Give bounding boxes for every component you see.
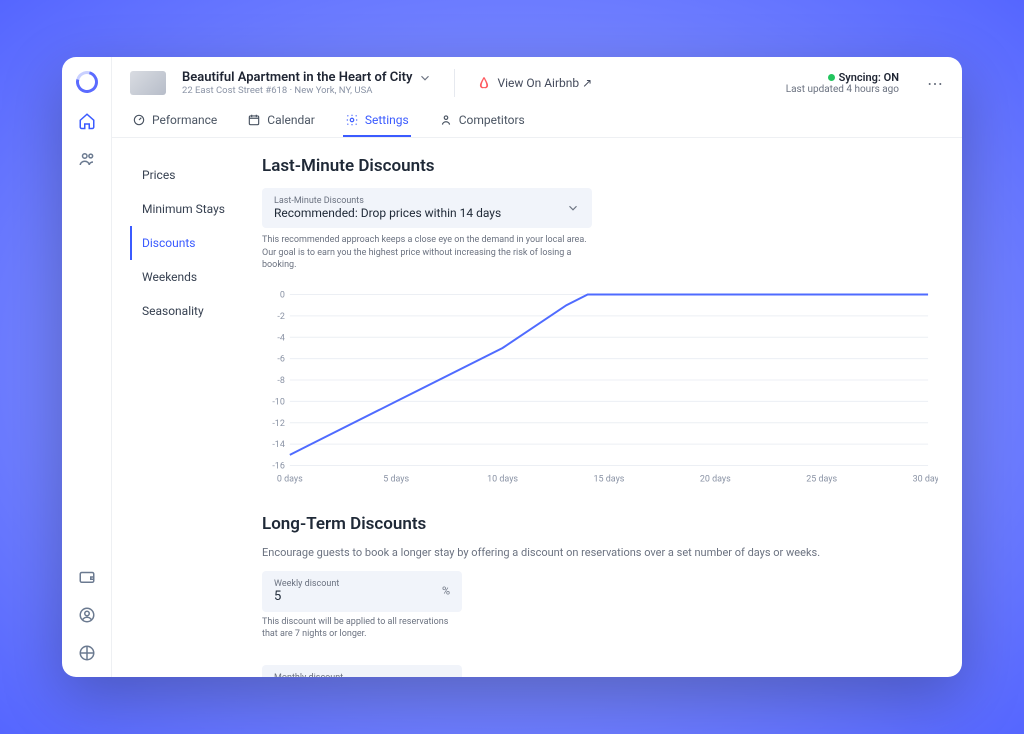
- settings-icon: [345, 113, 359, 127]
- content-area: Last-Minute Discounts Last-Minute Discou…: [252, 138, 962, 677]
- tab-performance[interactable]: Peformance: [130, 105, 219, 137]
- gauge-icon: [132, 113, 146, 127]
- svg-text:-12: -12: [272, 419, 285, 429]
- lastminute-select[interactable]: Last-Minute Discounts Recommended: Drop …: [262, 188, 592, 228]
- competitors-icon: [439, 113, 453, 127]
- weekly-discount-input[interactable]: Weekly discount 5 %: [262, 571, 462, 612]
- tab-label: Competitors: [459, 113, 525, 127]
- subnav-discounts[interactable]: Discounts: [130, 226, 252, 260]
- tab-calendar[interactable]: Calendar: [245, 105, 317, 137]
- settings-subnav: Prices Minimum Stays Discounts Weekends …: [112, 138, 252, 677]
- lastminute-heading: Last-Minute Discounts: [262, 156, 938, 176]
- property-selector[interactable]: Beautiful Apartment in the Heart of City: [182, 70, 432, 85]
- view-on-airbnb-link[interactable]: View On Airbnb ↗: [477, 76, 592, 90]
- account-icon[interactable]: [77, 605, 97, 625]
- select-label: Last-Minute Discounts: [274, 196, 580, 206]
- property-thumbnail: [130, 71, 166, 95]
- subnav-weekends[interactable]: Weekends: [130, 260, 252, 294]
- select-value: Recommended: Drop prices within 14 days: [274, 206, 580, 220]
- svg-text:-6: -6: [277, 354, 285, 364]
- input-label: Weekly discount: [274, 579, 450, 589]
- help-icon[interactable]: [77, 643, 97, 663]
- input-label: Monthly discount: [274, 673, 450, 677]
- app-logo: [71, 67, 101, 97]
- tab-label: Settings: [365, 113, 409, 127]
- input-suffix: %: [442, 585, 450, 598]
- svg-text:-4: -4: [277, 333, 285, 343]
- weekly-hint: This discount will be applied to all res…: [262, 616, 462, 641]
- app-window: Beautiful Apartment in the Heart of City…: [62, 57, 962, 677]
- airbnb-icon: [477, 76, 491, 90]
- svg-text:-10: -10: [272, 397, 285, 407]
- chevron-down-icon: [566, 201, 580, 215]
- divider: [454, 69, 455, 97]
- input-value: 5: [274, 589, 450, 604]
- lastminute-hint: This recommended approach keeps a close …: [262, 234, 592, 272]
- svg-text:-14: -14: [272, 440, 285, 450]
- chevron-down-icon: [418, 71, 432, 85]
- svg-text:5 days: 5 days: [383, 474, 409, 484]
- wallet-icon[interactable]: [77, 567, 97, 587]
- sync-status-label: Syncing: ON: [839, 71, 899, 84]
- sync-status: Syncing: ON Last updated 4 hours ago: [786, 71, 899, 95]
- left-rail: [62, 57, 112, 677]
- sync-updated-label: Last updated 4 hours ago: [786, 84, 899, 95]
- home-icon[interactable]: [77, 111, 97, 131]
- property-subtitle: 22 East Cost Street #618 · New York, NY,…: [182, 85, 432, 96]
- lastminute-chart: 0 -2 -4 -6 -8 -10 -12 -14 -16 0 days 5 days 10 days…: [262, 286, 938, 486]
- tab-competitors[interactable]: Competitors: [437, 105, 527, 137]
- sync-indicator-dot: [828, 74, 835, 81]
- svg-text:10 days: 10 days: [487, 474, 518, 484]
- svg-text:25 days: 25 days: [806, 474, 837, 484]
- main-panel: Beautiful Apartment in the Heart of City…: [112, 57, 962, 677]
- header: Beautiful Apartment in the Heart of City…: [112, 57, 962, 138]
- svg-text:-16: -16: [272, 461, 285, 471]
- airbnb-link-label: View On Airbnb ↗: [497, 76, 592, 90]
- people-icon[interactable]: [77, 149, 97, 169]
- svg-text:-8: -8: [277, 376, 285, 386]
- svg-text:20 days: 20 days: [700, 474, 731, 484]
- more-button[interactable]: ⋯: [927, 74, 944, 93]
- longterm-heading: Long-Term Discounts: [262, 514, 938, 534]
- calendar-icon: [247, 113, 261, 127]
- tab-label: Peformance: [152, 113, 217, 127]
- svg-text:-2: -2: [277, 312, 285, 322]
- svg-text:30 days: 30 days: [913, 474, 938, 484]
- tab-settings[interactable]: Settings: [343, 105, 411, 137]
- subnav-seasonality[interactable]: Seasonality: [130, 294, 252, 328]
- subnav-minimum-stays[interactable]: Minimum Stays: [130, 192, 252, 226]
- subnav-prices[interactable]: Prices: [130, 158, 252, 192]
- tab-label: Calendar: [267, 113, 315, 127]
- monthly-discount-input[interactable]: Monthly discount 15 %: [262, 665, 462, 677]
- property-title: Beautiful Apartment in the Heart of City: [182, 70, 412, 85]
- tabs: Peformance Calendar Settings Competitors: [130, 105, 944, 137]
- svg-text:0 days: 0 days: [277, 474, 303, 484]
- longterm-description: Encourage guests to book a longer stay b…: [262, 546, 938, 559]
- svg-text:0: 0: [280, 290, 285, 300]
- svg-text:15 days: 15 days: [593, 474, 624, 484]
